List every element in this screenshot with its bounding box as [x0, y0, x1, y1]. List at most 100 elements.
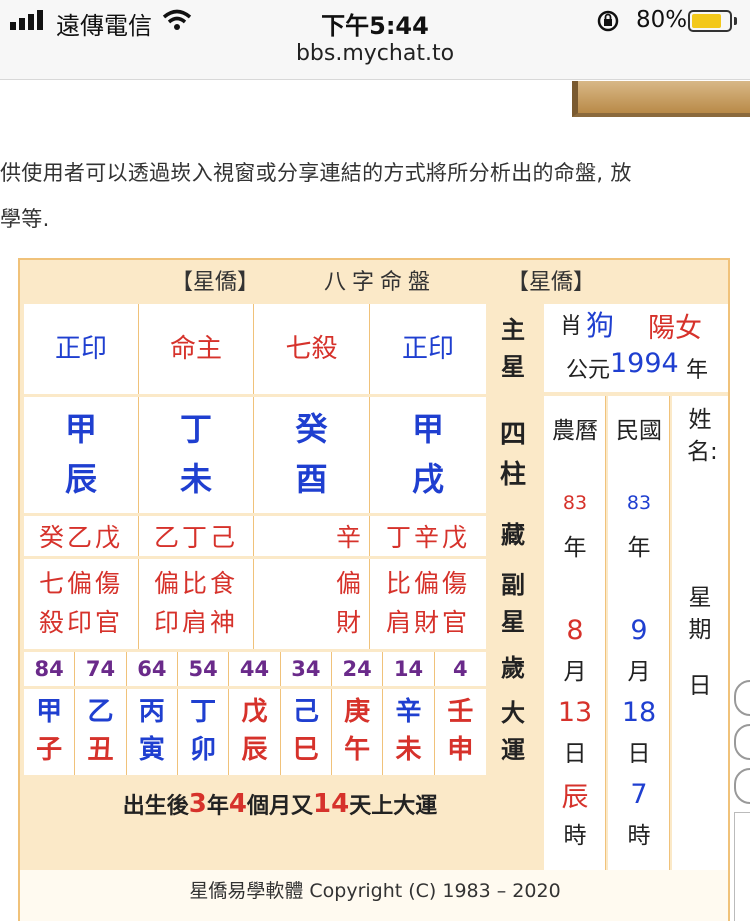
zodiac-label: 肖 — [560, 314, 583, 339]
roc-month-unit: 月 — [627, 659, 651, 685]
lunar-day: 13 — [557, 696, 593, 728]
weekday-label: 星期 — [688, 585, 712, 644]
sub-star-month-1: 偏比食 — [153, 569, 238, 599]
chart-header-right: 【星僑】 — [506, 270, 595, 295]
luck-start-4: 天上大運 — [349, 794, 438, 819]
year-label: 公元 — [566, 358, 611, 383]
roc-hour-unit: 時 — [627, 823, 651, 849]
sub-star-day-2: 財 — [335, 608, 361, 637]
lunar-label: 農曆 — [552, 418, 598, 445]
label-hidden: 藏 — [501, 521, 525, 550]
luck-start-2: 年 — [206, 794, 229, 819]
lunar-month: 8 — [566, 614, 584, 646]
sub-star-month-2: 印肩神 — [153, 608, 238, 637]
name-column — [672, 396, 728, 918]
banner-image — [572, 81, 750, 117]
intro-line-2: 學等. — [0, 207, 50, 231]
luck-branch-3: 卯 — [190, 735, 217, 765]
roc-year: 83 — [626, 492, 652, 514]
sub-star-year: 七偏傷 殺印官 — [24, 559, 139, 649]
lunar-month-unit: 月 — [563, 659, 587, 685]
luck-start-days: 14 — [313, 789, 350, 819]
pillar-month-stem: 丁 — [179, 410, 212, 449]
rotation-lock-icon — [597, 10, 619, 32]
hidden-year: 癸乙戊 — [24, 516, 139, 556]
sub-star-day: 偏財 — [254, 559, 370, 649]
main-star-day: 七殺 — [254, 304, 370, 394]
age-2: 64 — [127, 652, 178, 686]
intro-line-1: 供使用者可以透過崁入視窗或分享連結的方式將所分析出的命盤, 放 — [0, 161, 632, 185]
lunar-hour-unit: 時 — [563, 823, 587, 849]
hidden-hour: 丁辛戊 — [385, 523, 470, 552]
chart-title: 八字命盤 — [323, 270, 436, 295]
roc-year-unit: 年 — [627, 535, 651, 561]
roc-day: 18 — [621, 696, 657, 728]
sub-star-year-1: 七偏傷 — [38, 569, 123, 599]
luck-stem-4: 戊 — [241, 697, 268, 728]
bazi-chart: 【星僑】 八字命盤 【星僑】 正印 命主 七殺 正印 甲辰 丁未 癸酉 甲戌 癸… — [18, 258, 730, 921]
luck-branch-8: 申 — [447, 735, 474, 765]
battery-tip — [734, 17, 737, 25]
side-button-1[interactable] — [734, 680, 750, 716]
age-6: 24 — [332, 652, 384, 686]
luck-branch-6: 午 — [344, 735, 371, 765]
luck-branch-0: 子 — [36, 735, 63, 765]
sub-star-hour-2: 肩財官 — [385, 608, 470, 637]
main-star-month: 命主 — [139, 304, 254, 394]
sub-star-month: 偏比食 印肩神 — [139, 559, 254, 649]
sub-star-day-1: 偏 — [335, 569, 361, 599]
roc-day-unit: 日 — [627, 741, 651, 767]
gregorian-year: 1994 — [610, 348, 679, 379]
luck-pillar-6: 庚午 — [332, 689, 384, 775]
lunar-day-unit: 日 — [563, 741, 587, 767]
label-pillars: 四柱 — [499, 419, 526, 490]
luck-stem-2: 丙 — [138, 697, 165, 728]
age-8: 4 — [453, 657, 468, 681]
main-star-hour: 正印 — [401, 333, 454, 364]
luck-stem-3: 丁 — [190, 697, 217, 728]
luck-branch-2: 寅 — [138, 735, 165, 765]
roc-label: 民國 — [616, 418, 662, 445]
luck-start-1: 出生後 — [122, 794, 189, 819]
name-label: 姓名: — [687, 407, 718, 466]
side-button-3[interactable] — [734, 768, 750, 804]
pillar-day-branch: 酉 — [295, 460, 328, 498]
luck-stem-6: 庚 — [344, 697, 371, 728]
luck-pillar-3: 丁卯 — [178, 689, 230, 775]
hidden-day: 辛 — [254, 516, 370, 556]
luck-branch-1: 丑 — [87, 735, 114, 765]
pillar-hour-branch: 戌 — [411, 460, 444, 498]
pillar-year: 甲辰 — [24, 397, 139, 513]
battery-percent: 80% — [636, 7, 688, 33]
label-luck: 大運 — [501, 698, 525, 764]
pillar-hour: 甲戌 — [370, 397, 486, 513]
year-unit: 年 — [686, 358, 709, 383]
lunar-year-unit: 年 — [563, 535, 587, 561]
label-main-star: 主星 — [501, 315, 525, 381]
sub-star-hour: 比偏傷 肩財官 — [370, 559, 486, 649]
address-bar[interactable]: bbs.mychat.to — [0, 41, 750, 66]
pillar-day: 癸酉 — [254, 397, 370, 513]
roc-hour: 7 — [630, 778, 648, 810]
status-bar: 遠傳電信 下午5:44 bbs.mychat.to 80% — [0, 0, 750, 80]
pillar-month: 丁未 — [139, 397, 254, 513]
luck-pillar-0: 甲子 — [24, 689, 76, 775]
side-button-2[interactable] — [734, 724, 750, 760]
sub-star-hour-1: 比偏傷 — [385, 569, 470, 599]
pillar-year-stem: 甲 — [64, 410, 97, 449]
gender: 陽女 — [648, 313, 702, 344]
age-7: 14 — [383, 652, 435, 686]
lunar-year: 83 — [562, 492, 588, 514]
label-sub-star: 副星 — [501, 570, 525, 636]
luck-pillar-1: 乙丑 — [75, 689, 127, 775]
age-5: 34 — [281, 652, 332, 686]
chart-header-left: 【星僑】 — [170, 270, 259, 295]
weekday: 日 — [688, 673, 712, 699]
hidden-month: 乙丁己 — [139, 516, 254, 556]
luck-pillar-2: 丙寅 — [127, 689, 178, 775]
age-4: 44 — [229, 652, 281, 686]
lunar-hour: 辰 — [561, 781, 589, 813]
pillar-month-branch: 未 — [179, 460, 212, 498]
pillar-year-branch: 辰 — [64, 460, 97, 498]
luck-start: 出生後 3 年 4 個月又 14 天上大運 — [24, 778, 536, 830]
